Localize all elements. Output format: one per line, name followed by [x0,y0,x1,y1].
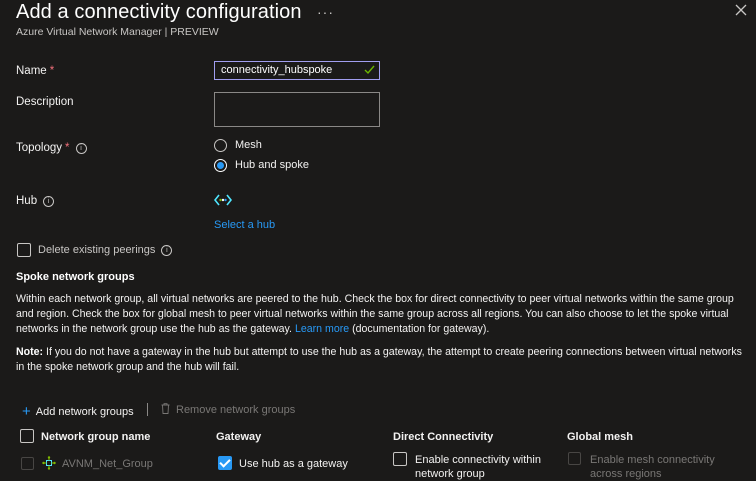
plus-icon: + [22,403,31,420]
global-mesh-label: Enable mesh connectivity across regions [590,454,715,480]
name-label: Name * [16,65,55,77]
info-icon[interactable]: i [43,196,55,207]
row-select-checkbox [21,457,34,470]
hub-label: Hub i [16,195,55,207]
spoke-description: Within each network group, all virtual n… [16,293,734,335]
use-hub-gateway-checkbox[interactable] [218,456,232,470]
valid-check-icon [364,65,375,75]
description-label: Description [16,96,74,108]
gateway-note: Note: If you do not have a gateway in th… [16,346,742,373]
topology-label: Topology * i [16,142,87,154]
required-marker: * [49,65,55,77]
topology-mesh-label[interactable]: Mesh [235,139,262,151]
spoke-groups-heading: Spoke network groups [16,271,135,283]
name-field-value: connectivity_hubspoke [221,64,333,76]
delete-peerings-checkbox[interactable] [17,243,31,257]
column-header-gateway[interactable]: Gateway [216,431,261,443]
panel-title: Add a connectivity configuration [16,1,302,23]
delete-peerings-label: Delete existing peerings i [38,244,173,256]
topology-mesh-radio[interactable] [214,139,227,152]
select-all-checkbox[interactable] [20,429,34,443]
direct-connectivity-label: Enable connectivity within network group [415,454,541,480]
topology-hub-spoke-label[interactable]: Hub and spoke [235,159,309,171]
close-icon[interactable] [733,2,749,18]
info-icon[interactable]: i [75,143,87,154]
select-hub-link[interactable]: Select a hub [214,219,275,231]
info-icon[interactable]: i [161,245,173,256]
add-network-groups-button[interactable]: + Add network groups [22,403,134,420]
connectivity-config-panel: Add a connectivity configuration ··· Azu… [0,0,756,481]
name-field[interactable]: connectivity_hubspoke [214,61,380,80]
trash-icon [161,403,170,414]
column-header-mesh[interactable]: Global mesh [567,431,633,443]
remove-network-groups-button[interactable]: Remove network groups [161,403,295,416]
column-header-direct[interactable]: Direct Connectivity [393,431,493,443]
network-group-icon [42,456,56,470]
column-header-name[interactable]: Network group name [41,431,150,443]
toolbar-separator [147,403,148,416]
use-hub-gateway-label: Use hub as a gateway [239,458,348,470]
row-group-name: AVNM_Net_Group [62,458,153,470]
topology-hub-spoke-radio[interactable] [214,159,227,172]
direct-connectivity-checkbox[interactable] [393,452,407,466]
more-options-icon[interactable]: ··· [317,4,334,20]
global-mesh-checkbox [568,452,581,465]
learn-more-link[interactable]: Learn more [295,323,349,335]
virtual-network-icon [214,194,232,206]
panel-subtitle: Azure Virtual Network Manager | PREVIEW [16,26,219,38]
description-field[interactable] [214,92,380,127]
